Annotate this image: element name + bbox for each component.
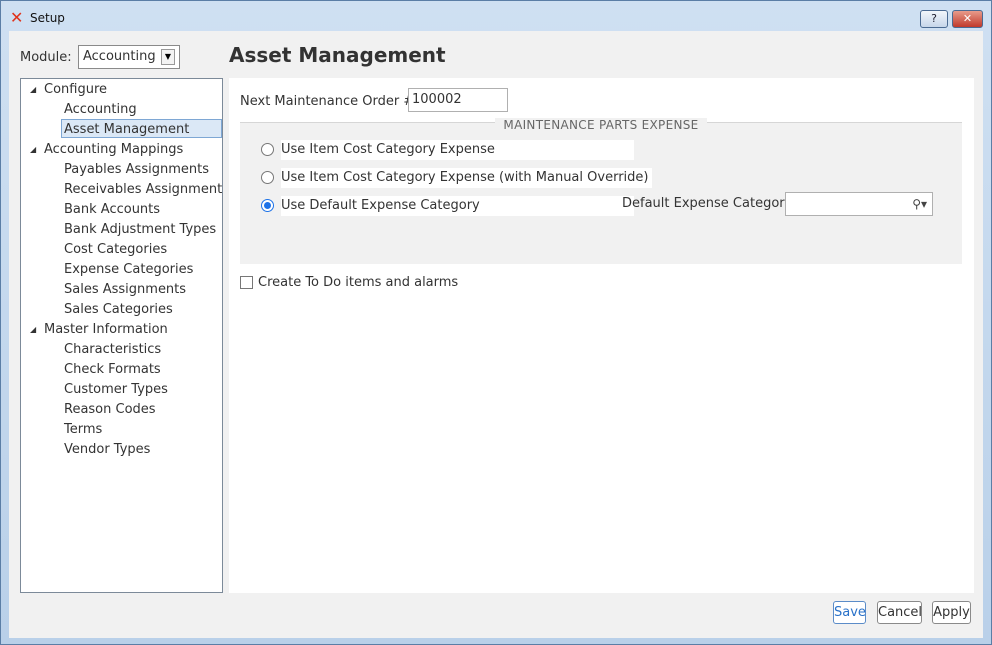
navigation-tree[interactable]: ◢ Configure Accounting Asset Management … xyxy=(20,78,223,593)
tree-item-characteristics[interactable]: Characteristics xyxy=(64,340,161,359)
search-icon[interactable]: ⚲▾ xyxy=(912,196,927,212)
tree-item-cost-categories[interactable]: Cost Categories xyxy=(64,240,167,259)
settings-panel: Next Maintenance Order #: 100002 MAINTEN… xyxy=(229,78,974,593)
module-label: Module: xyxy=(20,50,72,65)
tree-item-reason-codes[interactable]: Reason Codes xyxy=(64,400,156,419)
option-label[interactable]: Use Item Cost Category Expense (with Man… xyxy=(281,168,653,188)
collapse-arrow-icon[interactable]: ◢ xyxy=(30,80,40,99)
maintenance-parts-expense-group: MAINTENANCE PARTS EXPENSE Use Item Cost … xyxy=(240,118,962,264)
next-order-label: Next Maintenance Order #: xyxy=(240,94,419,109)
tree-item-bank-accounts[interactable]: Bank Accounts xyxy=(64,200,160,219)
tree-item-vendor-types[interactable]: Vendor Types xyxy=(64,440,150,459)
tree-item-expense-categories[interactable]: Expense Categories xyxy=(64,260,193,279)
checkbox[interactable] xyxy=(240,276,253,289)
save-button[interactable]: Save xyxy=(833,601,866,624)
module-select[interactable]: Accounting ▼ xyxy=(78,45,180,69)
chevron-down-icon[interactable]: ▼ xyxy=(161,49,175,65)
cancel-button[interactable]: Cancel xyxy=(877,601,922,624)
tree-item-sales-categories[interactable]: Sales Categories xyxy=(64,300,173,319)
page-title: Asset Management xyxy=(229,43,446,67)
tree-item-asset-management[interactable]: Asset Management xyxy=(61,119,222,138)
radio-button[interactable] xyxy=(261,143,274,156)
default-expense-category-input[interactable]: ⚲▾ xyxy=(785,192,933,216)
tree-item-check-formats[interactable]: Check Formats xyxy=(64,360,161,379)
collapse-arrow-icon[interactable]: ◢ xyxy=(30,140,40,159)
group-title: MAINTENANCE PARTS EXPENSE xyxy=(495,118,707,132)
next-order-input[interactable]: 100002 xyxy=(408,88,508,112)
collapse-arrow-icon[interactable]: ◢ xyxy=(30,320,40,339)
client-area: Module: Accounting ▼ ◢ Configure Account… xyxy=(9,31,983,638)
tree-item-configure[interactable]: Configure xyxy=(44,80,107,99)
tree-item-receivables-assignments[interactable]: Receivables Assignments xyxy=(64,180,222,199)
apply-button[interactable]: Apply xyxy=(932,601,971,624)
tree-item-terms[interactable]: Terms xyxy=(64,420,102,439)
help-button[interactable]: ? xyxy=(920,10,948,28)
default-expense-category-label: Default Expense Category: xyxy=(622,196,796,211)
checkbox-label[interactable]: Create To Do items and alarms xyxy=(258,273,458,293)
close-button[interactable]: ✕ xyxy=(952,10,983,28)
tree-item-accounting[interactable]: Accounting xyxy=(64,100,137,119)
radio-button[interactable] xyxy=(261,171,274,184)
option-label[interactable]: Use Default Expense Category xyxy=(281,196,634,216)
window-title: Setup xyxy=(30,11,65,25)
option-label[interactable]: Use Item Cost Category Expense xyxy=(281,140,634,160)
tree-item-payables-assignments[interactable]: Payables Assignments xyxy=(64,160,209,179)
tree-item-bank-adjustment-types[interactable]: Bank Adjustment Types xyxy=(64,220,216,239)
radio-button-selected[interactable] xyxy=(261,199,274,212)
tree-item-accounting-mappings[interactable]: Accounting Mappings xyxy=(44,140,183,159)
tree-item-master-information[interactable]: Master Information xyxy=(44,320,168,339)
title-bar[interactable]: ✕ Setup ? ✕ xyxy=(1,1,991,31)
module-selected-value: Accounting xyxy=(83,49,156,64)
tree-item-customer-types[interactable]: Customer Types xyxy=(64,380,168,399)
app-logo-icon: ✕ xyxy=(10,8,24,27)
tree-item-sales-assignments[interactable]: Sales Assignments xyxy=(64,280,186,299)
setup-window: ✕ Setup ? ✕ Module: Accounting ▼ ◢ Confi… xyxy=(0,0,992,645)
